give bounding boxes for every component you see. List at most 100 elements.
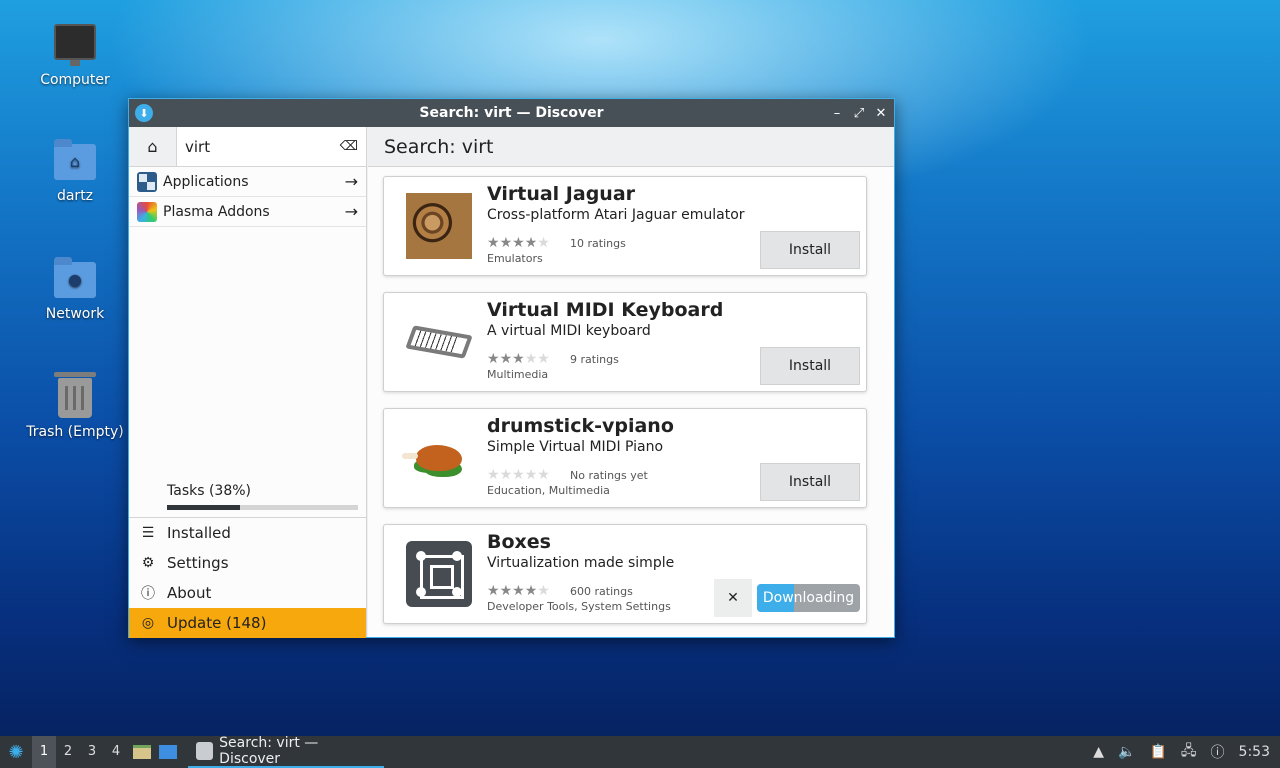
result-name: Boxes (487, 531, 551, 553)
desktop-icon-computer[interactable]: Computer (20, 24, 130, 88)
result-description: Simple Virtual MIDI Piano (487, 439, 664, 455)
star-icon: ★ (537, 235, 550, 251)
network-icon[interactable]: 🖧 (1181, 740, 1197, 764)
desktop-icon-label: Network (45, 306, 105, 322)
sidebar-item-installed[interactable]: ☰ Installed (129, 518, 366, 548)
result-card-virtual-jaguar[interactable]: Virtual Jaguar Cross-platform Atari Jagu… (383, 176, 867, 276)
result-description: Virtualization made simple (487, 555, 675, 571)
star-icon: ★ (524, 467, 538, 483)
star-icon: ★ (537, 351, 550, 367)
discover-app-icon[interactable]: ⬇ (135, 104, 153, 122)
result-name: Virtual MIDI Keyboard (487, 299, 724, 321)
desktop-icon-network[interactable]: ● Network (20, 257, 130, 322)
rating-stars: ★★★★★ (487, 467, 550, 483)
app-launcher-icon: ✺ (8, 741, 24, 763)
tasks-label: Tasks (38%) (167, 483, 251, 499)
sidebar-item-label: Installed (167, 524, 231, 542)
desktop-switch-4[interactable]: 4 (104, 736, 128, 768)
info-icon: ⓘ (141, 586, 155, 602)
network-folder-icon: ● (54, 257, 96, 298)
page-title: Search: virt (368, 127, 894, 167)
sidebar-item-about[interactable]: ⓘ About (129, 578, 366, 608)
result-card-drumstick-vpiano[interactable]: drumstick-vpiano Simple Virtual MIDI Pia… (383, 408, 867, 508)
start-menu-button[interactable]: ✺ (0, 736, 32, 768)
desktop-icon-label: Trash (Empty) (26, 424, 124, 440)
sidebar-item-label: Applications (163, 173, 249, 190)
arrow-right-icon: → (344, 172, 358, 191)
computer-icon (54, 24, 96, 66)
install-button[interactable]: Install (760, 463, 860, 501)
plasma-addons-icon (137, 201, 157, 222)
result-card-virtual-midi-keyboard[interactable]: Virtual MIDI Keyboard A virtual MIDI key… (383, 292, 867, 392)
result-category: Multimedia (487, 368, 549, 381)
home-folder-icon: ⌂ (54, 139, 96, 180)
taskbar-task-discover[interactable]: Search: virt — Discover (188, 735, 384, 768)
file-manager-launcher[interactable] (130, 740, 154, 764)
list-icon: ☰ (141, 525, 155, 541)
discover-window: ⬇ Search: virt — Discover – ⤢ ✕ ⌂ virt ⌫… (128, 98, 895, 638)
clear-search-icon[interactable]: ⌫ (340, 139, 358, 154)
tasks-progress-section[interactable]: Tasks (38%) (129, 479, 366, 510)
taskbar: ✺ 1 2 3 4 Search: virt — Discover ▲ 🔈 📋 … (0, 735, 1280, 768)
star-icon: ★ (499, 583, 513, 599)
sidebar-item-plasma-addons[interactable]: Plasma Addons → (129, 197, 366, 227)
search-input[interactable]: virt ⌫ (177, 127, 366, 166)
sidebar-item-settings[interactable]: ⚙ Settings (129, 548, 366, 578)
result-card-boxes[interactable]: Boxes Virtualization made simple ★★★★★ 6… (383, 524, 867, 624)
rating-count: 600 ratings (570, 585, 633, 598)
trash-icon (54, 372, 96, 418)
sidebar-item-label: Plasma Addons (163, 203, 270, 220)
main-panel: Search: virt Virtual Jaguar Cross-platfo… (368, 127, 894, 637)
star-icon: ★ (499, 235, 513, 251)
star-icon: ★ (524, 583, 538, 599)
result-description: Cross-platform Atari Jaguar emulator (487, 207, 745, 223)
rating-stars: ★★★★★ (487, 583, 550, 599)
install-button[interactable]: Install (760, 231, 860, 269)
drumstick-thumbnail (402, 425, 472, 491)
window-title: Search: virt — Discover (419, 105, 604, 121)
sidebar-item-label: About (167, 584, 212, 602)
cancel-download-button[interactable]: ✕ (714, 579, 752, 617)
tasks-progress-bar (167, 505, 358, 510)
desktop-switch-3[interactable]: 3 (80, 736, 104, 768)
maximize-icon[interactable]: ⤢ (850, 104, 868, 122)
close-icon[interactable]: ✕ (872, 104, 890, 122)
rating-count: 9 ratings (570, 353, 619, 366)
minimize-icon[interactable]: – (828, 104, 846, 122)
desktop-switch-2[interactable]: 2 (56, 736, 80, 768)
show-desktop-launcher[interactable] (156, 740, 180, 764)
downloading-label: Downloading (762, 590, 855, 606)
search-results-list: Virtual Jaguar Cross-platform Atari Jagu… (368, 167, 894, 637)
tray-expand-icon[interactable]: ▲ (1093, 744, 1104, 760)
star-icon: ★ (499, 351, 513, 367)
home-button[interactable]: ⌂ (129, 127, 177, 166)
update-notifier-icon[interactable]: ⓘ (1211, 742, 1225, 762)
system-tray: ▲ 🔈 📋 🖧 ⓘ 5:53 (1093, 740, 1270, 764)
clock[interactable]: 5:53 (1239, 744, 1270, 760)
rating-stars: ★★★★★ (487, 235, 550, 251)
downloading-progress-button[interactable]: Downloading (757, 584, 860, 612)
applications-icon (137, 171, 157, 192)
star-icon: ★ (487, 467, 500, 483)
star-icon: ★ (512, 467, 525, 483)
install-button[interactable]: Install (760, 347, 860, 385)
search-input-value: virt (185, 137, 211, 156)
desktop-icon-trash[interactable]: Trash (Empty) (20, 372, 130, 440)
midi-keyboard-thumbnail (405, 309, 473, 375)
arrow-right-icon: → (344, 202, 358, 221)
window-titlebar[interactable]: ⬇ Search: virt — Discover – ⤢ ✕ (129, 99, 894, 127)
rating-count: No ratings yet (570, 469, 648, 482)
star-icon: ★ (537, 467, 550, 483)
result-category: Developer Tools, System Settings (487, 600, 671, 613)
desktop-icon-dartz[interactable]: ⌂ dartz (20, 139, 130, 204)
desktop-icon (159, 745, 177, 759)
result-description: A virtual MIDI keyboard (487, 323, 651, 339)
update-icon: ◎ (141, 615, 155, 631)
file-manager-icon (133, 745, 151, 759)
clipboard-icon[interactable]: 📋 (1149, 744, 1166, 760)
sidebar-item-update[interactable]: ◎ Update (148) (129, 608, 366, 638)
desktop-switch-1[interactable]: 1 (32, 736, 56, 768)
task-label: Search: virt — Discover (219, 735, 319, 767)
sidebar-item-applications[interactable]: Applications → (129, 167, 366, 197)
volume-icon[interactable]: 🔈 (1118, 744, 1135, 760)
